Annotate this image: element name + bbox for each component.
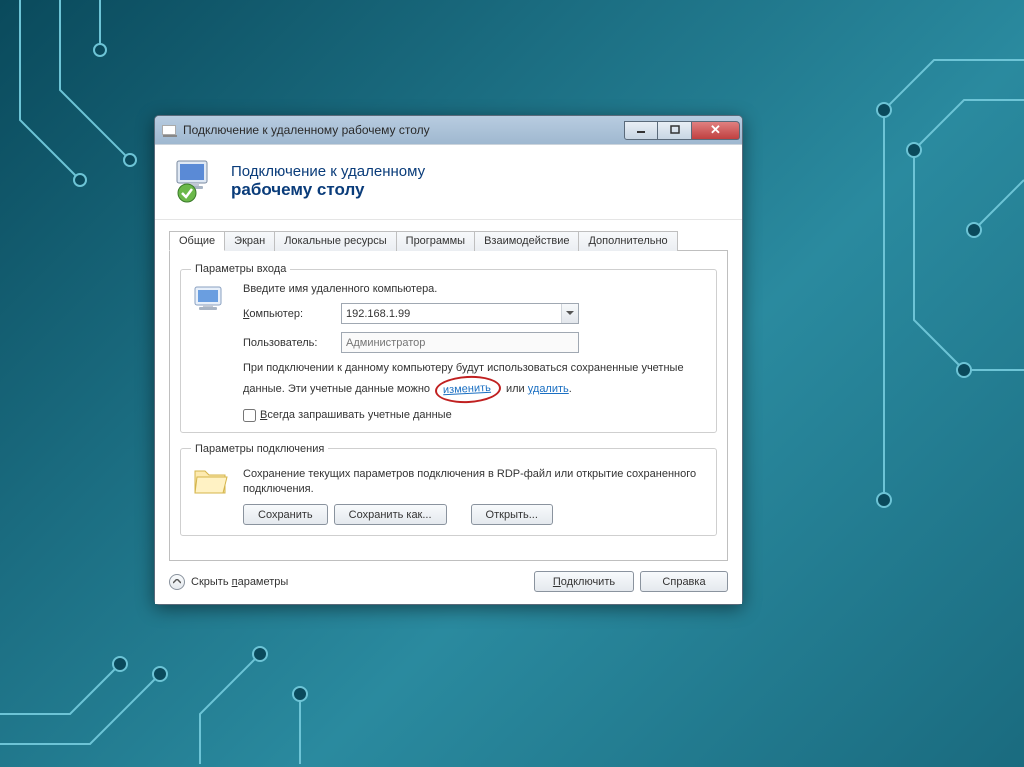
folder-icon — [191, 463, 233, 526]
window-controls: ✕ — [624, 121, 740, 140]
hide-parameters-label: Скрыть параметры — [191, 576, 288, 588]
save-button[interactable]: Сохранить — [243, 504, 328, 525]
titlebar[interactable]: Подключение к удаленному рабочему столу … — [155, 116, 742, 144]
tab-display[interactable]: Экран — [224, 231, 275, 251]
minimize-button[interactable] — [624, 121, 658, 140]
tabstrip: Общие Экран Локальные ресурсы Программы … — [169, 230, 728, 251]
always-ask-checkbox[interactable] — [243, 409, 256, 422]
login-legend: Параметры входа — [191, 263, 290, 275]
window-title: Подключение к удаленному рабочему столу — [183, 123, 624, 137]
banner-line2: рабочему столу — [231, 180, 425, 200]
tab-content-general: Параметры входа Введите имя удаленного — [169, 251, 728, 561]
chevron-up-icon — [169, 574, 185, 590]
login-instruction: Введите имя удаленного компьютера. — [243, 283, 706, 295]
tab-experience[interactable]: Взаимодействие — [474, 231, 579, 251]
open-button[interactable]: Открыть... — [471, 504, 553, 525]
tab-general[interactable]: Общие — [169, 231, 225, 251]
tab-advanced[interactable]: Дополнительно — [578, 231, 677, 251]
always-ask-label[interactable]: Всегда запрашивать учетные данные — [260, 409, 452, 421]
banner-text: Подключение к удаленному рабочему столу — [231, 163, 425, 200]
save-as-button[interactable]: Сохранить как... — [334, 504, 447, 525]
tab-local-resources[interactable]: Локальные ресурсы — [274, 231, 396, 251]
conn-legend: Параметры подключения — [191, 443, 328, 455]
change-credentials-link[interactable]: изменить — [443, 382, 491, 396]
app-icon — [161, 122, 177, 138]
rdp-dialog: Подключение к удаленному рабочему столу … — [154, 115, 743, 605]
computer-input[interactable] — [341, 303, 579, 324]
connect-button[interactable]: Подключить — [534, 571, 634, 592]
rdp-icon — [171, 157, 219, 205]
credentials-description: При подключении к данному компьютеру буд… — [243, 361, 706, 403]
computer-icon — [191, 283, 233, 422]
computer-label: Компьютер: — [243, 308, 341, 320]
banner: Подключение к удаленному рабочему столу — [155, 145, 742, 220]
computer-combobox[interactable] — [341, 303, 579, 324]
connection-parameters-group: Параметры подключения Сохранение текущих… — [180, 443, 717, 537]
close-button[interactable]: ✕ — [692, 121, 740, 140]
conn-description: Сохранение текущих параметров подключени… — [243, 467, 706, 497]
tab-programs[interactable]: Программы — [396, 231, 475, 251]
maximize-button[interactable] — [658, 121, 692, 140]
login-parameters-group: Параметры входа Введите имя удаленного — [180, 263, 717, 433]
delete-credentials-link[interactable]: удалить — [528, 383, 569, 395]
hide-parameters-toggle[interactable]: Скрыть параметры — [169, 574, 288, 590]
username-input — [341, 332, 579, 353]
banner-line1: Подключение к удаленному — [231, 163, 425, 180]
dialog-footer: Скрыть параметры Подключить Справка — [155, 561, 742, 604]
user-label: Пользователь: — [243, 337, 341, 349]
client-area: Подключение к удаленному рабочему столу … — [155, 144, 742, 604]
chevron-down-icon[interactable] — [561, 304, 578, 323]
help-button[interactable]: Справка — [640, 571, 728, 592]
